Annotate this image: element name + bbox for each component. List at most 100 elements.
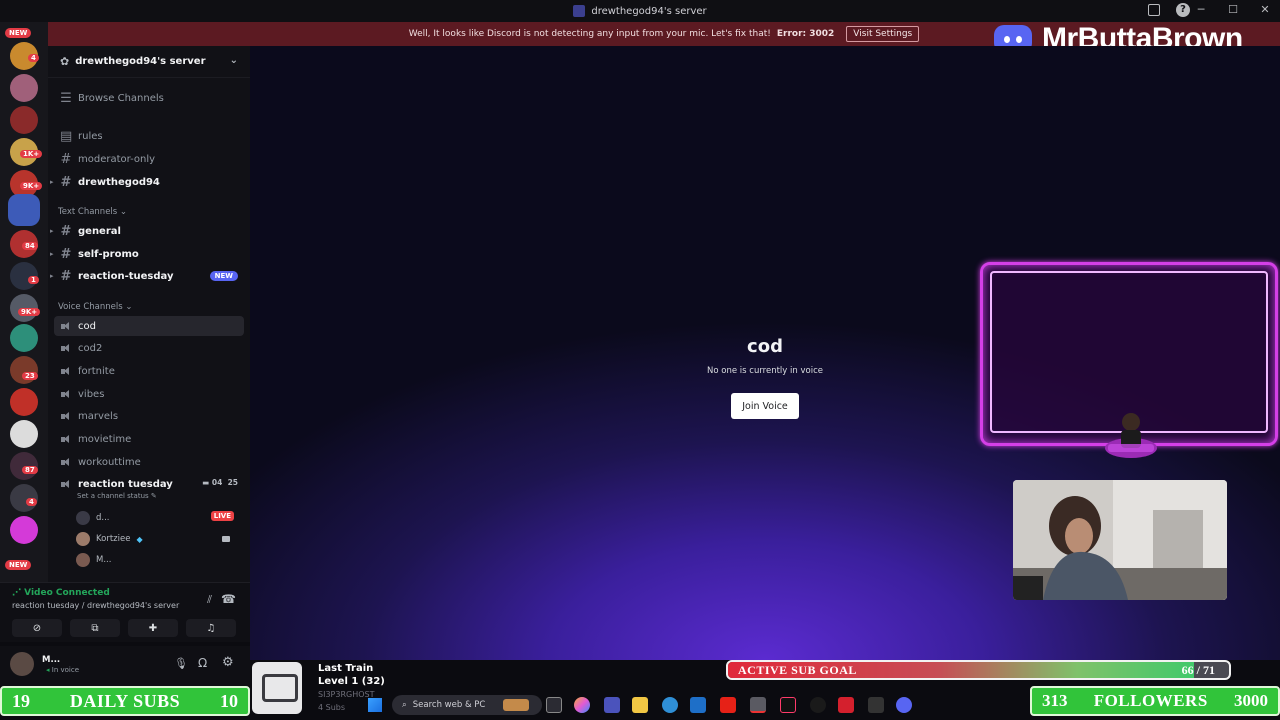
edge-icon[interactable] [662, 697, 678, 713]
sub-goal-count: 66 / 71 [1181, 663, 1215, 677]
expand-arrow-icon: ▸ [50, 250, 54, 258]
music-title: Last Train [318, 663, 374, 674]
noise-suppression-icon[interactable]: ⫽ [207, 593, 212, 607]
task-view-icon[interactable] [546, 697, 562, 713]
channel-status-hint[interactable]: Set a channel status ✎ [77, 492, 157, 500]
voice-member[interactable]: M... [76, 551, 242, 569]
unread-count: 9K+ [20, 182, 43, 190]
voice-member[interactable]: d... LIVE [76, 509, 242, 527]
voice-icon: ◂ [46, 666, 50, 674]
user-panel: M... ◂ In voice 🎙 Ω ⚙ [0, 646, 250, 686]
title-bar: drewthegod94's server ? ─ ☐ ✕ [0, 0, 1280, 22]
voice-channel-movietime[interactable]: movietime [54, 429, 244, 449]
speaker-icon [60, 457, 72, 467]
hash-icon: # [60, 223, 72, 239]
channel-rules[interactable]: ▤ rules [54, 126, 244, 146]
microphone-icon[interactable]: 🎙 [174, 657, 188, 670]
user-count: 25 [227, 478, 238, 487]
chevron-down-icon: ⌄ [229, 55, 238, 66]
voice-channel-marvels[interactable]: marvels [54, 406, 244, 426]
help-icon[interactable]: ? [1176, 3, 1190, 17]
activity-button[interactable]: ✚ [128, 619, 178, 637]
server-header[interactable]: ✿ drewthegod94's server ⌄ [48, 46, 250, 78]
windows-start-icon[interactable] [368, 698, 382, 712]
file-explorer-icon[interactable] [632, 697, 648, 713]
server-name: drewthegod94's server [75, 56, 206, 67]
hash-icon: # [60, 268, 72, 284]
headphones-icon[interactable]: Ω [198, 656, 207, 670]
channel-label: fortnite [78, 365, 115, 377]
close-icon[interactable]: ✕ [1258, 3, 1272, 16]
sub-goal-bar: ACTIVE SUB GOAL 66 / 71 [726, 660, 1231, 680]
browse-channels-label: Browse Channels [78, 92, 164, 104]
camera-off-button[interactable]: ⊘ [12, 619, 62, 637]
unread-count: 84 [22, 242, 38, 250]
channel-reaction-tuesday[interactable]: ▸ # reaction-tuesday NEW [50, 266, 244, 286]
followers-bar: 313 FOLLOWERS 3000 [1030, 686, 1280, 716]
channel-moderator-only[interactable]: # moderator-only [54, 149, 244, 169]
daily-subs-current: 19 [12, 690, 30, 711]
category-text-channels[interactable]: Text Channels ⌄ [58, 207, 127, 217]
speaker-icon [60, 479, 72, 489]
obs-icon[interactable] [810, 697, 826, 713]
voice-member[interactable]: Kortziee ◆ [76, 530, 242, 548]
settings-gear-icon[interactable]: ⚙ [222, 655, 234, 670]
window-title: drewthegod94's server [573, 5, 707, 17]
taskbar-search[interactable]: ⌕ Search web & PC [392, 695, 542, 715]
maximize-icon[interactable]: ☐ [1226, 3, 1240, 16]
server-icon[interactable] [10, 324, 38, 352]
voice-channel-cod2[interactable]: cod2 [54, 338, 244, 358]
channel-self-promo[interactable]: ▸ # self-promo [50, 244, 244, 264]
channel-sidebar: ✿ drewthegod94's server ⌄ ☰ Browse Chann… [48, 46, 250, 582]
unread-count: 23 [22, 372, 38, 380]
server-icon[interactable] [10, 420, 38, 448]
user-avatar[interactable] [10, 652, 34, 676]
app-icon[interactable] [838, 697, 854, 713]
join-voice-button[interactable]: Join Voice [731, 393, 799, 419]
capcut-icon[interactable] [750, 697, 766, 713]
voice-channel-fortnite[interactable]: fortnite [54, 361, 244, 381]
copilot-icon[interactable] [574, 697, 590, 713]
speaker-icon [60, 411, 72, 421]
discord-taskbar-icon[interactable] [896, 697, 912, 713]
member-name: d... [96, 513, 110, 523]
visit-settings-button[interactable]: Visit Settings [846, 26, 920, 42]
tiktok-icon[interactable] [780, 697, 796, 713]
unread-count: 4 [28, 54, 39, 62]
daily-subs-label: DAILY SUBS [69, 690, 181, 711]
screen-share-button[interactable]: ⧉ [70, 619, 120, 637]
browse-channels[interactable]: ☰ Browse Channels [54, 88, 244, 108]
speaker-icon [60, 343, 72, 353]
teams-icon[interactable] [604, 697, 620, 713]
channel-label: rules [78, 130, 103, 142]
voice-channel-vibes[interactable]: vibes [54, 384, 244, 404]
speaker-icon [60, 321, 72, 331]
server-icon[interactable] [10, 106, 38, 134]
channel-drewthegod94[interactable]: ▸ # drewthegod94 [50, 172, 244, 192]
voice-channel-cod[interactable]: cod [54, 316, 244, 336]
server-icon[interactable] [10, 388, 38, 416]
speaker-icon [60, 389, 72, 399]
status-hint-label: Set a channel status [77, 492, 149, 500]
channel-general[interactable]: ▸ # general [50, 221, 244, 241]
voice-location[interactable]: reaction tuesday / drewthegod94's server [12, 601, 179, 610]
server-icon-active[interactable] [8, 194, 40, 226]
unread-count: 1 [28, 276, 39, 284]
store-icon[interactable] [690, 697, 706, 713]
channel-counts: ▬ 04 25 [202, 478, 238, 487]
app-icon[interactable] [868, 697, 884, 713]
user-status: ◂ In voice [46, 666, 79, 674]
disconnect-icon[interactable]: ☎ [221, 592, 236, 606]
search-highlight-icon [503, 699, 530, 711]
voice-channel-reaction-tuesday[interactable]: reaction tuesday ▬ 04 25 [54, 474, 244, 494]
list-icon: ☰ [60, 90, 72, 106]
inbox-icon[interactable] [1148, 4, 1160, 16]
youtube-icon[interactable] [720, 697, 736, 713]
minimize-icon[interactable]: ─ [1194, 3, 1208, 16]
category-voice-channels[interactable]: Voice Channels ⌄ [58, 302, 132, 312]
soundboard-button[interactable]: ♫ [186, 619, 236, 637]
voice-channel-workouttime[interactable]: workouttime [54, 452, 244, 472]
server-rail: NEW 4 1K+ 9K+ 84 1 9K+ 23 87 4 NEW [0, 22, 48, 582]
server-icon[interactable] [10, 74, 38, 102]
server-icon[interactable] [10, 516, 38, 544]
